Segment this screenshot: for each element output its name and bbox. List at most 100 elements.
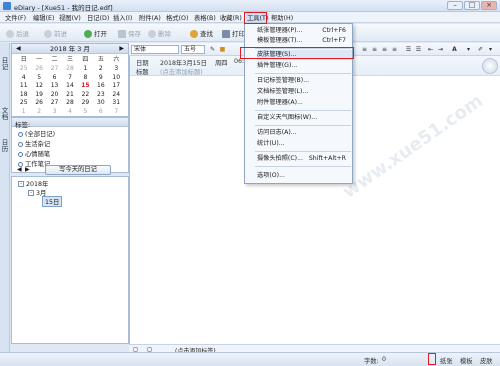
next-month-icon[interactable]: ▶ [119, 44, 124, 54]
paper-button[interactable]: 纸张 [440, 356, 453, 365]
calendar-day[interactable]: 1 [16, 108, 31, 116]
write-today-button[interactable]: 写今天的日记 [45, 165, 111, 175]
indent-icon[interactable]: ⇥ [437, 46, 444, 53]
close-button[interactable]: × [481, 1, 497, 10]
delete-button[interactable]: 删除 [148, 28, 171, 38]
menu-item-paper-manager[interactable]: 纸张管理器(P)... Ctrl+F6 [257, 26, 352, 36]
tree-node-year[interactable]: -2018年 [18, 179, 48, 188]
calendar-day[interactable]: 13 [47, 82, 62, 90]
calendar-day[interactable]: 8 [78, 74, 93, 82]
align-left-icon[interactable]: ≡ [361, 46, 368, 53]
number-list-icon[interactable]: ☰ [415, 46, 422, 53]
menu-table[interactable]: 表格(B) [193, 13, 217, 22]
chevron-down-icon[interactable]: ▾ [487, 46, 494, 53]
calendar-day[interactable]: 20 [47, 91, 62, 99]
calendar-day[interactable]: 4 [16, 74, 31, 82]
calendar-day[interactable]: 16 [93, 82, 108, 90]
calendar-day[interactable]: 2 [93, 65, 108, 73]
calendar-day[interactable]: 31 [109, 99, 124, 107]
chevron-down-icon[interactable]: ▾ [465, 46, 472, 53]
collapse-icon[interactable]: - [18, 181, 24, 187]
menu-item-statistics[interactable]: 统计(U)... [257, 139, 352, 149]
save-button[interactable]: 保存 [118, 28, 141, 38]
calendar-day[interactable]: 26 [31, 99, 46, 107]
tag-item-life[interactable]: 生活杂记 [18, 139, 50, 148]
calendar-day[interactable]: 26 [31, 65, 46, 73]
prev-month-icon[interactable]: ◀ [16, 44, 21, 54]
calendar-day[interactable]: 7 [109, 108, 124, 116]
calendar-day[interactable]: 3 [47, 108, 62, 116]
font-select[interactable]: 宋体 [131, 45, 179, 54]
calendar-day[interactable]: 6 [93, 108, 108, 116]
date-value[interactable]: 2018年3月15日 [160, 58, 207, 67]
tab-calendar[interactable]: 日历 [0, 139, 9, 152]
calendar-day[interactable]: 30 [93, 99, 108, 107]
calendar-day[interactable]: 27 [47, 99, 62, 107]
calendar-day[interactable]: 22 [78, 91, 93, 99]
nav-right-icon[interactable]: ▶ [25, 166, 30, 173]
calendar-day[interactable]: 21 [62, 91, 77, 99]
menu-favorites[interactable]: 收藏(R) [219, 13, 243, 22]
menu-item-diary-tags[interactable]: 日记标签管理(B)... [257, 76, 352, 86]
calendar-day[interactable]: 25 [16, 99, 31, 107]
calendar-day[interactable]: 4 [62, 108, 77, 116]
calendar-day[interactable]: 19 [31, 91, 46, 99]
calendar-day[interactable]: 6 [47, 74, 62, 82]
outdent-icon[interactable]: ⇤ [427, 46, 434, 53]
size-select[interactable]: 五号 [181, 45, 205, 54]
calendar-day[interactable]: 5 [31, 74, 46, 82]
menu-attachment[interactable]: 附件(A) [138, 13, 162, 22]
calendar-day[interactable]: 29 [78, 99, 93, 107]
print-button[interactable]: 打印 [222, 28, 245, 38]
tab-diary[interactable]: 日记 [0, 57, 9, 70]
calendar-day[interactable]: 5 [78, 108, 93, 116]
calendar-day[interactable]: 17 [109, 82, 124, 90]
calendar-day[interactable]: 23 [93, 91, 108, 99]
menu-diary[interactable]: 日记(D) [86, 13, 110, 22]
menu-file[interactable]: 文件(F) [4, 13, 27, 22]
highlight-icon[interactable]: ✐ [477, 46, 484, 53]
menu-item-attachments[interactable]: 附件管理器(A)... [257, 98, 352, 108]
tag-item-all[interactable]: (全部日记) [18, 129, 55, 138]
menu-item-doc-tags[interactable]: 文档标签管理(L)... [257, 87, 352, 97]
menu-item-access-log[interactable]: 访问日志(A)... [257, 128, 352, 138]
menu-view[interactable]: 视图(V) [58, 13, 82, 22]
calendar-day[interactable]: 18 [16, 91, 31, 99]
calendar-day[interactable]: 28 [62, 99, 77, 107]
bullet-list-icon[interactable]: ☰ [405, 46, 412, 53]
align-center-icon[interactable]: ≡ [371, 46, 378, 53]
calendar-day[interactable]: 1 [78, 65, 93, 73]
menu-item-camera[interactable]: 摄像头拍照(C)... Shift+Alt+R [257, 154, 352, 164]
font-color-icon[interactable]: ■ [219, 46, 226, 53]
menu-insert[interactable]: 插入(I) [112, 13, 133, 22]
menu-edit[interactable]: 编辑(E) [32, 13, 56, 22]
menu-item-plugin-manager[interactable]: 插件管理(G)... [257, 61, 352, 71]
maximize-button[interactable]: □ [464, 1, 480, 10]
calendar-day[interactable]: 25 [16, 65, 31, 73]
calendar-day[interactable]: 24 [109, 91, 124, 99]
title-field[interactable]: (点击添加标题) [160, 67, 203, 76]
calendar-day[interactable]: 7 [62, 74, 77, 82]
calendar-day[interactable]: 12 [31, 82, 46, 90]
find-button[interactable]: 查找 [190, 28, 213, 38]
tab-documents[interactable]: 文档 [0, 107, 9, 120]
open-button[interactable]: 打开 [84, 28, 107, 38]
menu-format[interactable]: 格式(O) [165, 13, 189, 22]
align-right-icon[interactable]: ≡ [381, 46, 388, 53]
justify-icon[interactable]: ≡ [391, 46, 398, 53]
calendar-day[interactable]: 11 [16, 82, 31, 90]
calendar-day[interactable]: 9 [93, 74, 108, 82]
calendar-day[interactable]: 2 [31, 108, 46, 116]
calendar-day[interactable]: 3 [109, 65, 124, 73]
menu-item-weather-icons[interactable]: 自定义天气图标(W)... [257, 113, 352, 123]
menu-help[interactable]: 帮助(H) [270, 13, 294, 22]
nav-left-icon[interactable]: ◀ [17, 166, 22, 173]
template-button[interactable]: 模板 [460, 356, 473, 365]
calendar-day[interactable]: 15 [78, 82, 93, 90]
format-brush-icon[interactable]: ✎ [209, 46, 216, 53]
collapse-icon[interactable]: - [28, 190, 34, 196]
tree-node-day[interactable]: 15日 [42, 196, 63, 207]
minimize-button[interactable]: – [447, 1, 463, 10]
forward-button[interactable]: 前进 [44, 28, 67, 38]
text-color-icon[interactable]: A [451, 46, 458, 53]
